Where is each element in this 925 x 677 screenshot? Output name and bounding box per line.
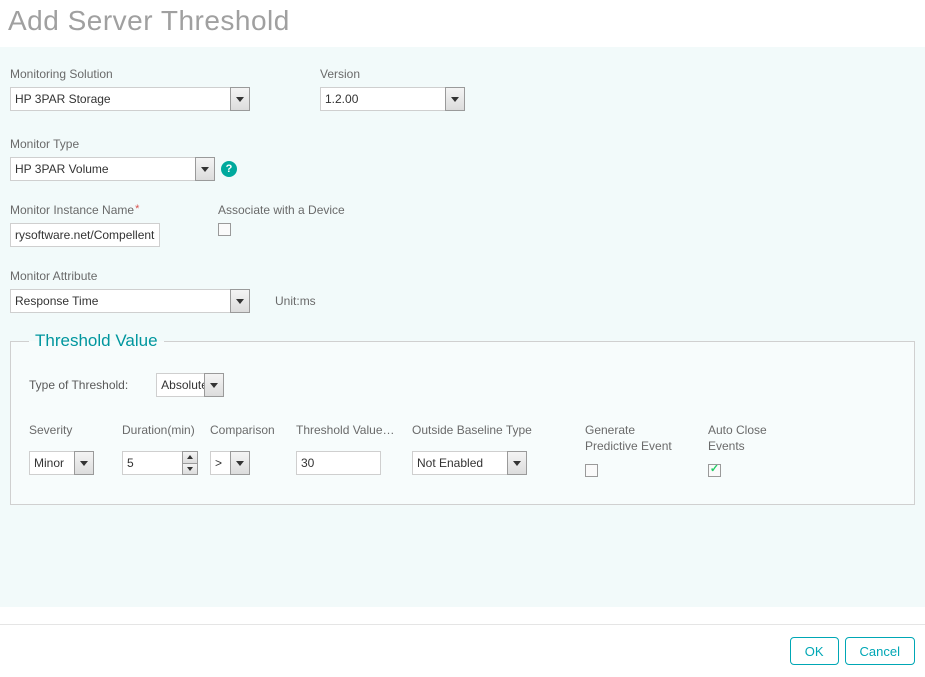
associate-device-checkbox[interactable]	[218, 223, 231, 236]
form-area: Monitoring Solution HP 3PAR Storage Vers…	[0, 47, 925, 607]
outside-baseline-label: Outside Baseline Type	[412, 423, 537, 437]
threshold-value-fieldset: Threshold Value Type of Threshold: Absol…	[10, 331, 915, 505]
chevron-down-icon[interactable]	[445, 87, 465, 111]
auto-close-label: Auto Close Events	[708, 423, 788, 454]
associate-device-label: Associate with a Device	[218, 203, 345, 217]
footer-bar: OK Cancel	[0, 624, 925, 677]
chevron-down-icon[interactable]	[204, 373, 224, 397]
generate-predictive-label: Generate Predictive Event	[585, 423, 680, 454]
cancel-button[interactable]: Cancel	[845, 637, 915, 665]
monitor-type-select[interactable]: HP 3PAR Volume	[10, 157, 215, 181]
comparison-label: Comparison	[210, 423, 278, 437]
monitoring-solution-label: Monitoring Solution	[10, 67, 250, 81]
spinner-up-icon[interactable]	[182, 451, 198, 464]
version-select[interactable]: 1.2.00	[320, 87, 465, 111]
monitoring-solution-select[interactable]: HP 3PAR Storage	[10, 87, 250, 111]
threshold-value-col-label: Threshold Value…	[296, 423, 396, 437]
threshold-value-input[interactable]	[296, 451, 381, 475]
spinner-down-icon[interactable]	[182, 464, 198, 476]
generate-predictive-checkbox[interactable]	[585, 464, 598, 477]
monitor-type-label: Monitor Type	[10, 137, 237, 151]
page-title: Add Server Threshold	[0, 0, 925, 47]
help-icon[interactable]: ?	[221, 161, 237, 177]
chevron-down-icon[interactable]	[507, 451, 527, 475]
monitor-attribute-label: Monitor Attribute	[10, 269, 316, 283]
auto-close-checkbox[interactable]	[708, 464, 721, 477]
monitor-attribute-select[interactable]: Response Time	[10, 289, 250, 313]
severity-label: Severity	[29, 423, 94, 437]
chevron-down-icon[interactable]	[230, 289, 250, 313]
chevron-down-icon[interactable]	[230, 87, 250, 111]
threshold-value-legend: Threshold Value	[29, 331, 164, 351]
chevron-down-icon[interactable]	[195, 157, 215, 181]
chevron-down-icon[interactable]	[74, 451, 94, 475]
monitor-instance-name-input[interactable]	[10, 223, 160, 247]
monitor-instance-name-label: Monitor Instance Name*	[10, 203, 160, 217]
unit-text: Unit: ms	[275, 289, 316, 313]
type-of-threshold-label: Type of Threshold:	[29, 378, 128, 392]
duration-label: Duration(min)	[122, 423, 198, 437]
chevron-down-icon[interactable]	[230, 451, 250, 475]
ok-button[interactable]: OK	[790, 637, 839, 665]
version-label: Version	[320, 67, 465, 81]
